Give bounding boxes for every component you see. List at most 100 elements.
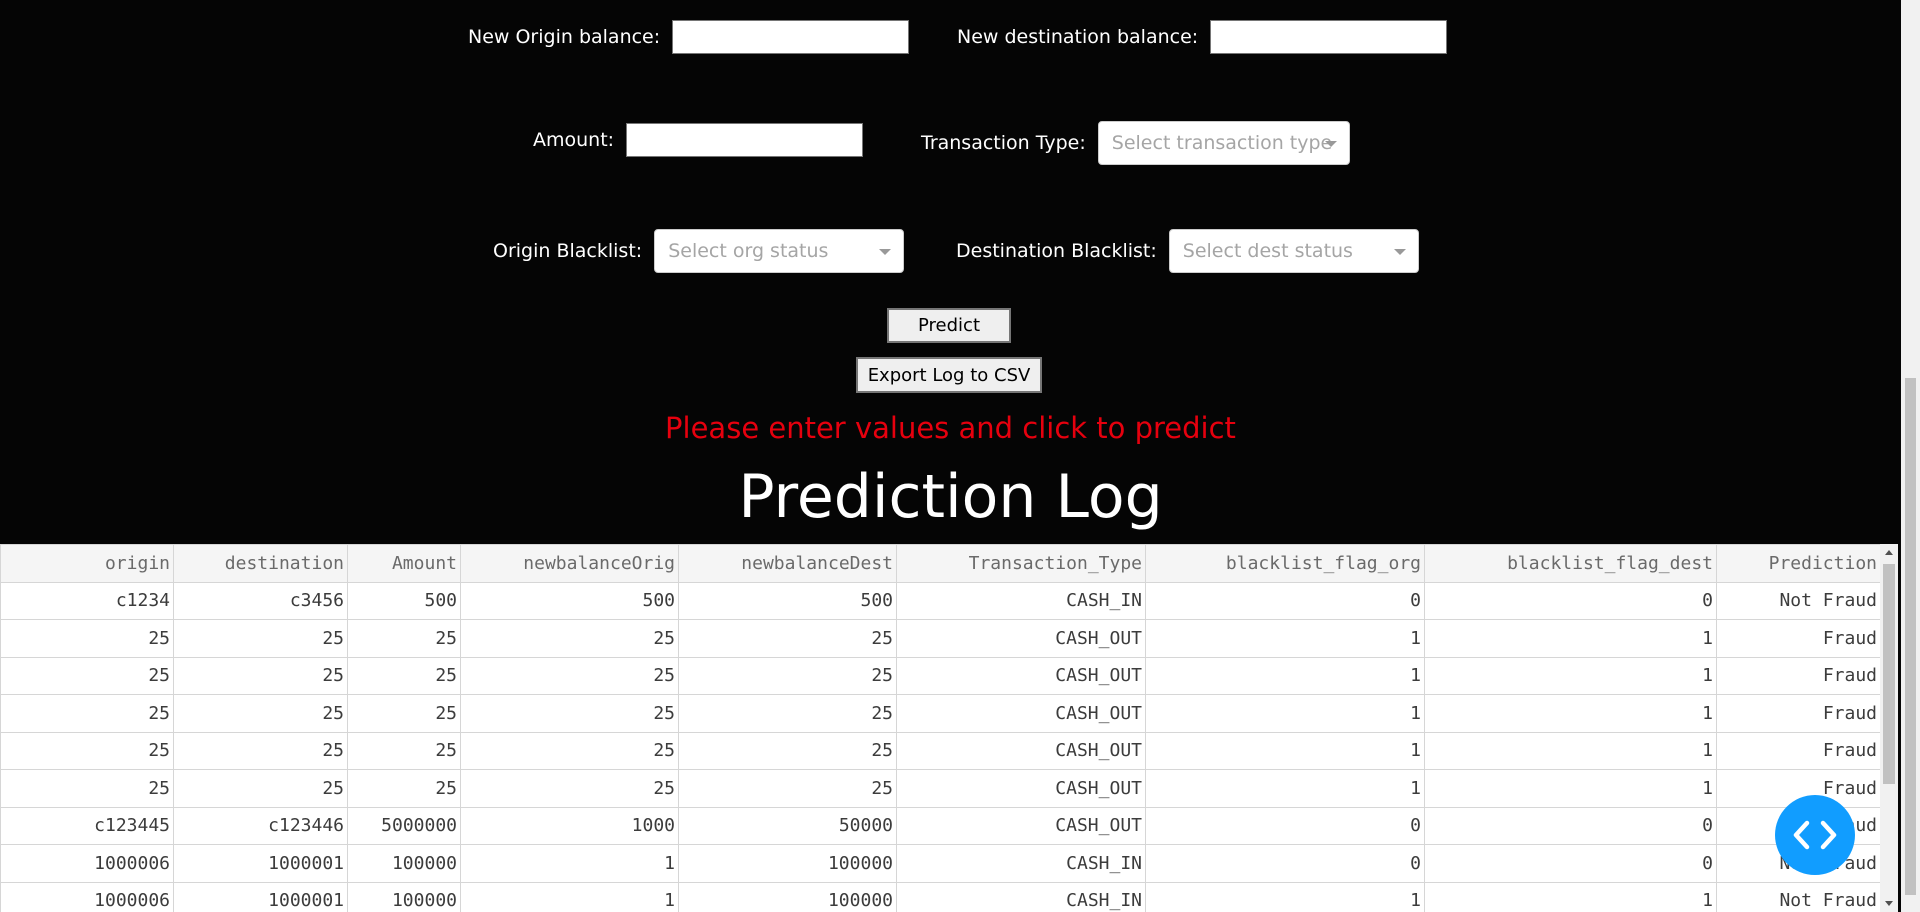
table-cell[interactable]: 500 [460, 581, 679, 620]
column-header[interactable]: newbalanceDest [678, 544, 897, 583]
table-cell[interactable]: CASH_OUT [896, 769, 1146, 808]
table-cell[interactable]: Not Fraud [1716, 881, 1880, 912]
table-cell[interactable]: 100000 [678, 881, 897, 912]
table-cell[interactable]: Not Fraud [1716, 581, 1880, 620]
table-cell[interactable]: 25 [173, 656, 348, 695]
table-cell[interactable]: CASH_OUT [896, 694, 1146, 733]
table-cell[interactable]: 1 [1424, 769, 1717, 808]
column-header[interactable]: destination [173, 544, 348, 583]
table-cell[interactable]: 25 [678, 656, 897, 695]
table-cell[interactable]: 5000000 [347, 806, 461, 845]
table-cell[interactable]: 1 [1424, 619, 1717, 658]
page-scrollbar-thumb[interactable] [1905, 378, 1916, 895]
table-cell[interactable]: 500 [678, 581, 897, 620]
table-cell[interactable]: c123445 [0, 806, 174, 845]
table-cell[interactable]: 1 [1424, 881, 1717, 912]
table-cell[interactable]: 1 [1424, 694, 1717, 733]
table-cell[interactable]: c123446 [173, 806, 348, 845]
table-cell[interactable]: 0 [1145, 581, 1425, 620]
destination-blacklist-dropdown[interactable]: Select dest status [1168, 229, 1419, 273]
table-cell[interactable]: CASH_OUT [896, 806, 1146, 845]
table-cell[interactable]: 1 [1145, 694, 1425, 733]
table-cell[interactable]: CASH_IN [896, 844, 1146, 883]
table-cell[interactable]: 50000 [678, 806, 897, 845]
new-destination-balance-input[interactable] [1210, 20, 1448, 54]
table-cell[interactable]: 25 [347, 656, 461, 695]
table-cell[interactable]: 1000 [460, 806, 679, 845]
table-cell[interactable]: 1 [1145, 769, 1425, 808]
column-header[interactable]: Transaction_Type [896, 544, 1146, 583]
scroll-up-arrow-icon[interactable] [1885, 550, 1893, 555]
table-cell[interactable]: 25 [173, 619, 348, 658]
table-cell[interactable]: 100000 [678, 844, 897, 883]
table-cell[interactable]: 100000 [347, 881, 461, 912]
table-cell[interactable]: 25 [347, 731, 461, 770]
column-header[interactable]: origin [0, 544, 174, 583]
column-header[interactable]: newbalanceOrig [460, 544, 679, 583]
table-cell[interactable]: CASH_OUT [896, 731, 1146, 770]
table-cell[interactable]: 0 [1424, 806, 1717, 845]
table-cell[interactable]: 1000001 [173, 881, 348, 912]
table-cell[interactable]: 0 [1424, 581, 1717, 620]
table-cell[interactable]: 25 [173, 731, 348, 770]
code-toggle-button[interactable] [1775, 795, 1855, 875]
scroll-down-arrow-icon[interactable] [1885, 901, 1893, 906]
table-cell[interactable]: 0 [1424, 844, 1717, 883]
table-cell[interactable]: 25 [0, 731, 174, 770]
origin-blacklist-dropdown[interactable]: Select org status [654, 229, 905, 273]
table-cell[interactable]: CASH_IN [896, 581, 1146, 620]
table-cell[interactable]: 25 [0, 656, 174, 695]
table-cell[interactable]: 1 [1145, 731, 1425, 770]
amount-input[interactable] [626, 123, 864, 157]
table-cell[interactable]: 25 [678, 694, 897, 733]
table-cell[interactable]: 1 [1145, 619, 1425, 658]
table-cell[interactable]: 25 [460, 656, 679, 695]
table-scrollbar[interactable] [1880, 544, 1898, 912]
table-cell[interactable]: 25 [173, 694, 348, 733]
table-cell[interactable]: 25 [347, 619, 461, 658]
table-cell[interactable]: 1 [1424, 731, 1717, 770]
table-cell[interactable]: CASH_OUT [896, 656, 1146, 695]
table-cell[interactable]: 25 [460, 694, 679, 733]
table-cell[interactable]: 25 [460, 731, 679, 770]
table-cell[interactable]: 25 [0, 694, 174, 733]
table-cell[interactable]: 25 [347, 769, 461, 808]
page-scrollbar[interactable] [1901, 0, 1920, 912]
table-cell[interactable]: 25 [460, 769, 679, 808]
export-csv-button[interactable]: Export Log to CSV [856, 357, 1042, 393]
table-cell[interactable]: c3456 [173, 581, 348, 620]
table-cell[interactable]: 25 [347, 694, 461, 733]
table-cell[interactable]: 25 [460, 619, 679, 658]
table-cell[interactable]: 1000006 [0, 844, 174, 883]
table-cell[interactable]: CASH_OUT [896, 619, 1146, 658]
table-cell[interactable]: Fraud [1716, 731, 1880, 770]
table-cell[interactable]: Fraud [1716, 694, 1880, 733]
table-cell[interactable]: 25 [678, 769, 897, 808]
table-cell[interactable]: 0 [1145, 806, 1425, 845]
table-cell[interactable]: 1 [460, 844, 679, 883]
column-header[interactable]: Amount [347, 544, 461, 583]
table-cell[interactable]: Fraud [1716, 619, 1880, 658]
table-cell[interactable]: 500 [347, 581, 461, 620]
table-cell[interactable]: 1 [1145, 656, 1425, 695]
table-cell[interactable]: 25 [173, 769, 348, 808]
transaction-type-dropdown[interactable]: Select transaction type [1097, 121, 1350, 165]
predict-button[interactable]: Predict [887, 308, 1011, 343]
column-header[interactable]: blacklist_flag_dest [1424, 544, 1717, 583]
table-scrollbar-thumb[interactable] [1883, 564, 1895, 784]
table-cell[interactable]: c1234 [0, 581, 174, 620]
table-cell[interactable]: 1 [1424, 656, 1717, 695]
table-cell[interactable]: 25 [678, 619, 897, 658]
table-cell[interactable]: 1 [460, 881, 679, 912]
table-cell[interactable]: 25 [678, 731, 897, 770]
table-cell[interactable]: 100000 [347, 844, 461, 883]
table-cell[interactable]: 25 [0, 769, 174, 808]
table-cell[interactable]: 25 [0, 619, 174, 658]
table-cell[interactable]: 0 [1145, 844, 1425, 883]
table-cell[interactable]: 1 [1145, 881, 1425, 912]
table-cell[interactable]: 1000006 [0, 881, 174, 912]
column-header[interactable]: Prediction [1716, 544, 1880, 583]
table-cell[interactable]: CASH_IN [896, 881, 1146, 912]
table-cell[interactable]: Fraud [1716, 656, 1880, 695]
new-origin-balance-input[interactable] [672, 20, 910, 54]
